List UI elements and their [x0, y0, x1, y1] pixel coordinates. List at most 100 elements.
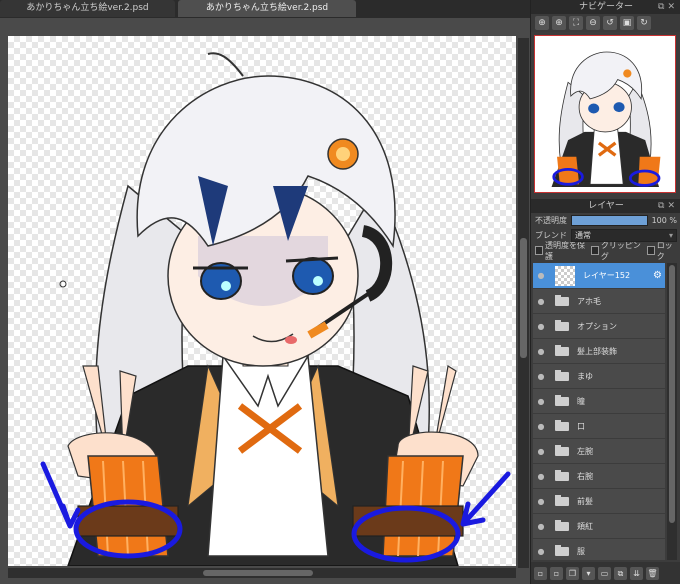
- layers-title: レイヤー: [588, 201, 624, 211]
- layer-list-scroll-thumb[interactable]: [669, 265, 675, 523]
- folder-icon: [555, 394, 569, 406]
- fit-icon[interactable]: ⛶: [569, 16, 583, 30]
- blend-mode-value: 通常: [575, 231, 591, 240]
- visibility-eye-icon[interactable]: ●: [533, 397, 549, 406]
- visibility-eye-icon[interactable]: ●: [533, 372, 549, 381]
- right-panel: ナビゲーター ⧉✕ ⊕ ⊕ ⛶ ⊖ ↺ ▣ ↻ レイヤー ⧉✕ 不透明度 100…: [530, 0, 680, 584]
- zoom-in-icon[interactable]: ⊕: [535, 16, 549, 30]
- folder-icon: [555, 344, 569, 356]
- navigator-title-bar: ナビゲーター ⧉✕: [531, 0, 680, 14]
- folder-icon: [555, 469, 569, 481]
- layer-row[interactable]: ● 右腕: [533, 464, 665, 488]
- document-canvas[interactable]: [8, 36, 516, 566]
- layer-name: 髪上部装飾: [577, 346, 617, 356]
- opacity-label: 不透明度: [535, 216, 567, 225]
- layer-row[interactable]: ● 前髪: [533, 489, 665, 513]
- document-tabs: あかりちゃん立ち絵ver.2.psd あかりちゃん立ち絵ver.2.psd: [0, 0, 530, 18]
- actual-size-icon[interactable]: ▣: [620, 16, 634, 30]
- duplicate-icon[interactable]: ⧉: [614, 566, 627, 580]
- layer-row[interactable]: ● 服: [533, 539, 665, 560]
- navigator-thumbnail: [551, 51, 661, 188]
- layer-row[interactable]: ● 瞳: [533, 389, 665, 413]
- zoom-out-icon[interactable]: ⊖: [586, 16, 600, 30]
- layer-row[interactable]: ● 頬紅: [533, 514, 665, 538]
- layer-row[interactable]: ● 髪上部装飾: [533, 339, 665, 363]
- new-layer-icon[interactable]: ▫: [550, 566, 563, 580]
- blend-mode-select[interactable]: 通常 ▾: [571, 229, 677, 242]
- panel-window-buttons[interactable]: ⧉✕: [658, 0, 678, 14]
- visibility-eye-icon[interactable]: ●: [533, 547, 549, 556]
- layers-title-bar: レイヤー ⧉✕: [531, 199, 680, 213]
- lock-checkbox[interactable]: ロック: [646, 240, 677, 262]
- layer-name: 左腕: [577, 446, 593, 456]
- tab-document-1[interactable]: あかりちゃん立ち絵ver.2.psd: [0, 0, 175, 17]
- folder-icon: [555, 369, 569, 381]
- visibility-eye-icon[interactable]: ●: [533, 497, 549, 506]
- folder-icon: [555, 319, 569, 331]
- navigator-toolbar: ⊕ ⊕ ⛶ ⊖ ↺ ▣ ↻: [531, 14, 680, 32]
- layer-name: レイヤー152: [583, 271, 631, 280]
- layer-name: 瞳: [577, 396, 585, 406]
- opacity-value: 100 %: [651, 216, 677, 225]
- layer-row[interactable]: ● 左腕: [533, 439, 665, 463]
- panel-window-buttons[interactable]: ⧉✕: [658, 199, 678, 213]
- layer-name: まゆ: [577, 371, 593, 381]
- folder-icon: [555, 544, 569, 556]
- folder-icon: [555, 294, 569, 306]
- layer-list: ● レイヤー152 ⚙ ● アホ毛 ● オプション ● 髪上部装飾 ● まゆ ● 瞳 ● 口 ● 左腕 ● 右腕 ● 前…: [533, 263, 665, 560]
- chevron-down-icon: ▾: [668, 231, 673, 240]
- visibility-eye-icon[interactable]: ●: [533, 447, 549, 456]
- opacity-row: 不透明度 100 %: [531, 213, 680, 228]
- layer-thumbnail: [555, 265, 575, 286]
- layer-name: 服: [577, 546, 585, 556]
- layer-row[interactable]: ● アホ毛: [533, 289, 665, 313]
- canvas-horizontal-scroll-thumb[interactable]: [203, 570, 313, 576]
- opacity-slider-fill: [572, 216, 647, 225]
- navigator-title: ナビゲーター: [578, 2, 633, 12]
- character-artwork: [40, 52, 511, 566]
- layer-menu-icon[interactable]: ▾: [582, 566, 595, 580]
- layer-name: 頬紅: [577, 521, 593, 531]
- folder-icon: [555, 419, 569, 431]
- layer-list-scrollbar[interactable]: [667, 263, 677, 560]
- canvas-vertical-scrollbar[interactable]: [518, 38, 529, 568]
- tab-document-2-active[interactable]: あかりちゃん立ち絵ver.2.psd: [178, 0, 356, 17]
- merge-icon[interactable]: ⇊: [630, 566, 643, 580]
- delete-icon[interactable]: 🗑: [646, 566, 659, 580]
- opacity-slider[interactable]: [571, 215, 648, 226]
- layer-options-row: 透明度を保護 クリッピング ロック: [531, 241, 680, 261]
- rotate-left-icon[interactable]: ↺: [603, 16, 617, 30]
- zoom-in-icon[interactable]: ⊕: [552, 16, 566, 30]
- layer-actions-bar: ▫ ▫ ❐ ▾ ▭ ⧉ ⇊ 🗑: [531, 562, 680, 584]
- layer-name: 口: [577, 421, 585, 431]
- protect-alpha-checkbox[interactable]: 透明度を保護: [535, 240, 586, 262]
- layer-row[interactable]: ● レイヤー152 ⚙: [533, 263, 665, 288]
- canvas-area: [0, 18, 530, 584]
- folder-icon[interactable]: ▭: [598, 566, 611, 580]
- gear-icon[interactable]: ⚙: [653, 270, 662, 281]
- layer-row[interactable]: ● オプション: [533, 314, 665, 338]
- folder-icon: [555, 444, 569, 456]
- folder-icon: [555, 519, 569, 531]
- layer-name: アホ毛: [577, 296, 601, 306]
- folder-icon: [555, 494, 569, 506]
- visibility-eye-icon[interactable]: ●: [533, 347, 549, 356]
- canvas-vertical-scroll-thumb[interactable]: [520, 238, 527, 358]
- clipping-checkbox[interactable]: クリッピング: [590, 240, 642, 262]
- rotate-right-icon[interactable]: ↻: [637, 16, 651, 30]
- layer-row[interactable]: ● 口: [533, 414, 665, 438]
- canvas-horizontal-scrollbar[interactable]: [8, 568, 516, 578]
- layer-name: オプション: [577, 321, 617, 331]
- visibility-eye-icon[interactable]: ●: [533, 297, 549, 306]
- copy-layer-icon[interactable]: ❐: [566, 566, 579, 580]
- visibility-eye-icon[interactable]: ●: [533, 322, 549, 331]
- visibility-eye-icon[interactable]: ●: [533, 522, 549, 531]
- visibility-eye-icon[interactable]: ●: [533, 472, 549, 481]
- layer-name: 右腕: [577, 471, 593, 481]
- visibility-eye-icon[interactable]: ●: [533, 422, 549, 431]
- layer-row[interactable]: ● まゆ: [533, 364, 665, 388]
- visibility-eye-icon[interactable]: ●: [533, 271, 549, 280]
- new-layer-icon[interactable]: ▫: [534, 566, 547, 580]
- layer-name: 前髪: [577, 496, 593, 506]
- navigator-preview[interactable]: [534, 35, 676, 193]
